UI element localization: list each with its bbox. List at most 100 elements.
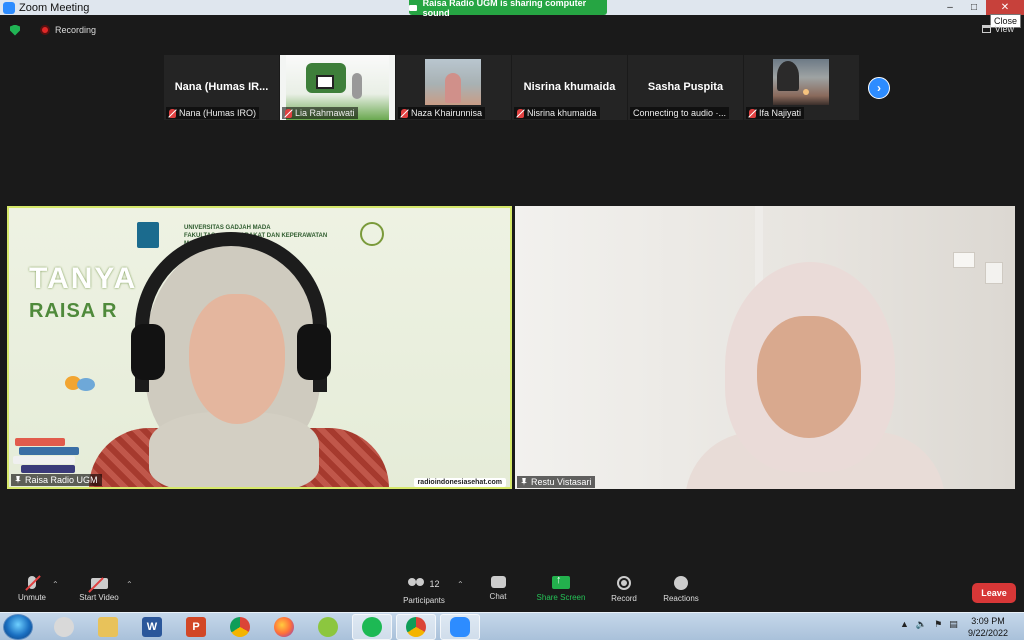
action-center-flag-icon[interactable]: ⚑	[934, 619, 942, 630]
volume-icon[interactable]: 🔈	[916, 619, 927, 630]
video-tile[interactable]: Restu Vistasari	[515, 206, 1015, 489]
taskbar-app-green[interactable]	[308, 614, 348, 640]
minimize-button[interactable]: –	[938, 0, 962, 15]
tray-expand-icon[interactable]: ▲	[900, 619, 909, 630]
maximize-button[interactable]: □	[962, 0, 986, 15]
participant-name-tag: Connecting to audio ·...	[630, 107, 730, 119]
taskbar-chrome[interactable]	[220, 614, 260, 640]
muted-mic-icon	[28, 576, 36, 589]
powerpoint-icon: P	[186, 617, 206, 637]
person-photo	[425, 59, 481, 105]
system-tray: ▲ 🔈 ⚑ ▤	[900, 619, 958, 630]
share-banner-text: Raisa Radio UGM is sharing computer soun…	[422, 0, 587, 18]
firefox-icon	[274, 617, 294, 637]
participant-big-name: Nana (Humas IR...	[174, 81, 269, 93]
share-screen-button[interactable]: Share Screen	[533, 574, 589, 602]
book	[15, 438, 65, 446]
windows-taskbar: W P ▲ 🔈 ⚑ ▤ 3:09 PM 9/22/2022	[0, 612, 1024, 640]
participants-button[interactable]: 12 Participants	[398, 576, 450, 605]
sun-shape	[803, 89, 809, 95]
taskbar-firefox[interactable]	[264, 614, 304, 640]
start-button[interactable]	[3, 614, 33, 640]
start-video-button[interactable]: Start Video	[74, 576, 124, 602]
participant-name-tag: Nisrina khumaida	[514, 107, 600, 119]
participant-name-tag: Lia Rahmawati	[282, 107, 358, 119]
folder-icon	[98, 617, 118, 637]
taskbar-zoom[interactable]	[440, 614, 480, 640]
video-participant-name: Restu Vistasari	[531, 477, 592, 487]
record-button[interactable]: Record	[606, 576, 642, 603]
participant-tile[interactable]: Lia Rahmawati	[280, 55, 395, 120]
participant-name-tag: Naza Khairunnisa	[398, 107, 486, 119]
view-grid-icon	[981, 25, 991, 33]
record-label: Record	[611, 594, 637, 603]
taskbar-clock[interactable]: 3:09 PM 9/22/2022	[958, 615, 1018, 639]
website-url: radioindonesiasehat.com	[413, 478, 506, 487]
chrome-profile-icon	[406, 617, 426, 637]
security-shield-icon[interactable]	[10, 24, 20, 36]
participant-tile[interactable]: Ifa Najiyati	[744, 55, 859, 120]
taskbar-file-explorer[interactable]	[88, 614, 128, 640]
participant-tile[interactable]: Sasha Puspita Connecting to audio ·...	[628, 55, 743, 120]
participant-name-tag: Nana (Humas IRO)	[166, 107, 260, 119]
taskbar-powerpoint[interactable]: P	[176, 614, 216, 640]
video-tile-active-speaker[interactable]: UNIVERSITAS GADJAH MADA FAKULTAS ... MAS…	[7, 206, 512, 489]
clock-time: 3:09 PM	[971, 616, 1005, 626]
audio-options-chevron-icon[interactable]: ⌃	[52, 580, 59, 589]
face	[757, 316, 861, 438]
share-screen-icon	[552, 574, 570, 589]
meeting-status-bar: Recording View	[0, 20, 1024, 40]
word-icon: W	[142, 617, 162, 637]
participant-tile[interactable]: Nana (Humas IR... Nana (Humas IRO)	[164, 55, 279, 120]
participant-status: Connecting to audio ·...	[633, 108, 727, 118]
view-label: View	[994, 24, 1014, 34]
taskbar-paint[interactable]	[44, 614, 84, 640]
taskbar-word[interactable]: W	[132, 614, 172, 640]
book	[13, 456, 75, 464]
taskbar-chrome-profile[interactable]	[396, 614, 436, 640]
participant-tile[interactable]: Naza Khairunnisa	[396, 55, 511, 120]
participants-icon-row: 12	[398, 576, 450, 592]
participant-tile[interactable]: Nisrina khumaida Nisrina khumaida	[512, 55, 627, 120]
radio-banner-background: UNIVERSITAS GADJAH MADA FAKULTAS ... MAS…	[9, 208, 510, 487]
share-indicator-icon	[409, 4, 417, 11]
banner-heading: UNIVERSITAS GADJAH MADA	[184, 225, 271, 231]
chat-button[interactable]: Chat	[483, 576, 513, 601]
room-background	[515, 206, 1015, 489]
muted-mic-icon	[401, 108, 408, 118]
video-options-chevron-icon[interactable]: ⌃	[126, 580, 133, 589]
participant-name: Naza Khairunnisa	[411, 108, 483, 118]
meeting-toolbar: Unmute ⌃ Start Video ⌃ 12 Participants ⌃…	[0, 572, 1024, 612]
window-title: Zoom Meeting	[19, 1, 90, 14]
headphone-cup-right	[297, 324, 331, 380]
unmute-button[interactable]: Unmute	[14, 576, 50, 602]
muted-mic-icon	[285, 108, 292, 118]
poster-mic-icon	[352, 73, 362, 99]
recording-icon	[40, 25, 50, 35]
recording-label: Recording	[55, 25, 97, 35]
next-page-button[interactable]: ›	[868, 77, 890, 99]
zoom-meeting-window: Zoom Meeting Raisa Radio UGM is sharing …	[0, 0, 1024, 640]
tree-silhouette	[777, 61, 799, 91]
participant-name: Ifa Najiyati	[759, 108, 802, 118]
close-button[interactable]: ✕	[986, 0, 1024, 15]
view-button[interactable]: View	[981, 24, 1014, 34]
smiley-icon	[674, 576, 688, 590]
participant-name-tag: Ifa Najiyati	[746, 107, 805, 119]
wall-outlet	[985, 262, 1003, 284]
participant-big-name: Sasha Puspita	[647, 81, 724, 93]
participants-options-chevron-icon[interactable]: ⌃	[457, 580, 464, 589]
leave-button[interactable]: Leave	[972, 583, 1016, 603]
reactions-button[interactable]: Reactions	[660, 576, 702, 603]
taskbar-spotify[interactable]	[352, 614, 392, 640]
sharing-sound-banner[interactable]: Raisa Radio UGM is sharing computer soun…	[409, 0, 607, 18]
unmute-label: Unmute	[17, 593, 46, 602]
participants-icon	[408, 578, 426, 590]
pin-icon	[15, 476, 21, 484]
network-icon[interactable]: ▤	[949, 619, 958, 630]
person-figure	[445, 73, 461, 103]
muted-mic-icon	[749, 108, 756, 118]
pin-icon	[521, 478, 527, 486]
clock-date: 9/22/2022	[967, 628, 1009, 638]
participant-person	[685, 262, 965, 489]
